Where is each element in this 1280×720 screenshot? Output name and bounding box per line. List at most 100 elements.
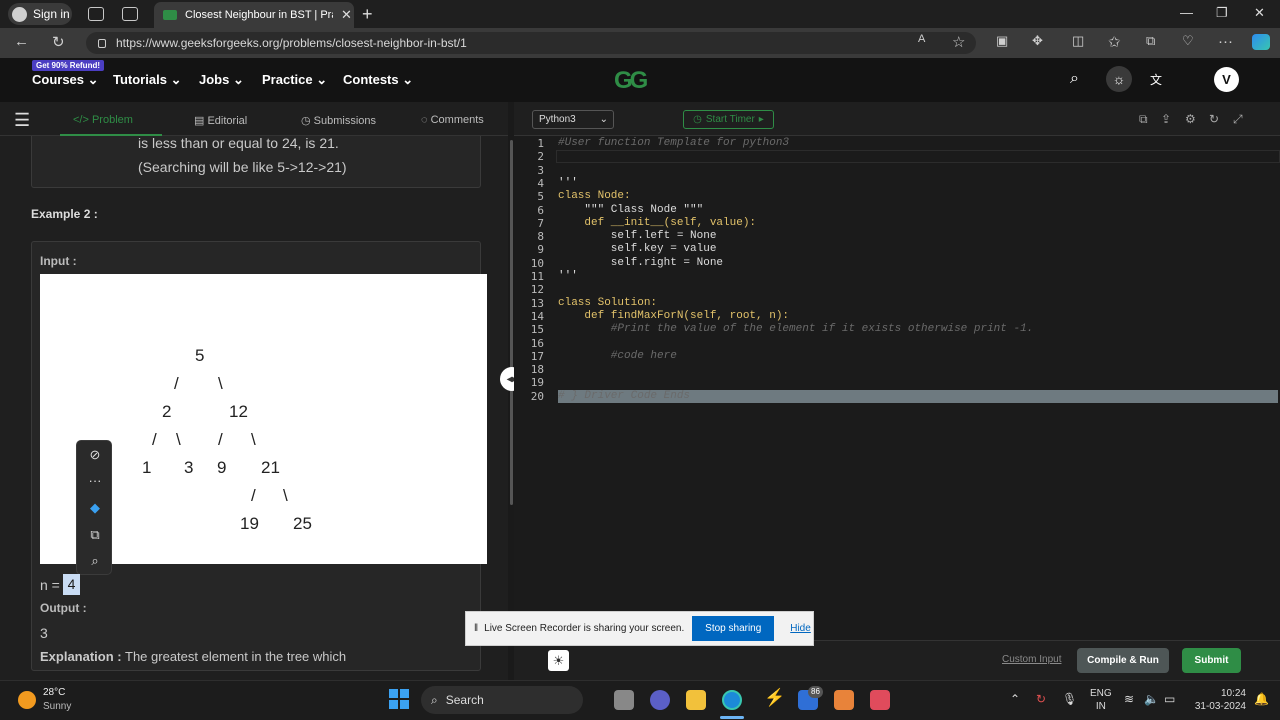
- code-line[interactable]: self.left = None: [558, 230, 717, 243]
- clock[interactable]: 10:24 31-03-2024: [1190, 687, 1246, 713]
- code-line[interactable]: class Node:: [558, 190, 631, 203]
- start-timer-button[interactable]: ◷ Start Timer ▸: [683, 110, 774, 129]
- code-line[interactable]: #code here: [558, 350, 677, 363]
- language-indicator[interactable]: ENG IN: [1090, 687, 1112, 713]
- code-line[interactable]: self.key = value: [558, 243, 717, 256]
- back-icon[interactable]: ←: [14, 33, 29, 50]
- submit-button[interactable]: Submit: [1182, 648, 1241, 673]
- battery-icon[interactable]: ▭: [1164, 692, 1175, 706]
- profile-signin-button[interactable]: Sign in: [8, 3, 72, 25]
- nav-practice[interactable]: Practice ⌄: [262, 72, 327, 88]
- explanation-line: Explanation : The greatest element in th…: [40, 649, 346, 664]
- extension-icon[interactable]: ▣: [996, 33, 1008, 49]
- taskbar-search[interactable]: ⌕ Search: [421, 686, 583, 714]
- active-tab[interactable]: Closest Neighbour in BST | Practi ✕: [154, 2, 354, 28]
- upload-icon[interactable]: ⇪: [1161, 112, 1171, 126]
- windows-start-icon[interactable]: [389, 689, 409, 709]
- mouse-cursor-icon: ↖: [115, 547, 126, 562]
- line-number: 7: [537, 216, 544, 230]
- vscode-icon[interactable]: ⚡: [764, 688, 785, 708]
- refresh-icon[interactable]: ↻: [52, 33, 65, 51]
- chevron-down-icon: ⌄: [87, 72, 99, 87]
- wifi-icon[interactable]: ≋: [1124, 692, 1134, 706]
- task-view-icon[interactable]: [614, 690, 634, 710]
- code-line[interactable]: # } Driver Code Ends: [558, 390, 690, 403]
- copilot-icon[interactable]: ◆: [77, 500, 113, 516]
- gfg-logo[interactable]: GG: [614, 67, 648, 95]
- code-line[interactable]: ''': [558, 270, 578, 283]
- search-icon[interactable]: ⌕: [77, 553, 113, 569]
- code-line[interactable]: class Solution:: [558, 297, 657, 310]
- code-line[interactable]: def __init__(self, value):: [558, 217, 756, 230]
- address-bar[interactable]: https://www.geeksforgeeks.org/problems/c…: [86, 32, 976, 54]
- code-line[interactable]: ''': [558, 177, 578, 190]
- microphone-icon[interactable]: 🎙: [1062, 692, 1077, 706]
- tab-editorial[interactable]: ▤ Editorial: [194, 114, 247, 127]
- volume-icon[interactable]: 🔈: [1144, 692, 1159, 706]
- more-icon[interactable]: ···: [77, 473, 113, 488]
- reset-icon[interactable]: ↻: [1209, 112, 1219, 126]
- file-explorer-icon[interactable]: [686, 690, 706, 710]
- gfg-favicon-icon: [163, 10, 177, 20]
- fullscreen-icon[interactable]: ⤢: [1233, 112, 1243, 127]
- workspaces-icon[interactable]: [88, 7, 104, 21]
- notifications-bell-icon[interactable]: 🔔: [1254, 692, 1269, 706]
- code-line[interactable]: """ Class Node """: [558, 204, 703, 217]
- settings-icon[interactable]: ⚙: [1185, 112, 1196, 126]
- code-line[interactable]: def findMaxForN(self, root, n):: [558, 310, 789, 323]
- read-aloud-icon[interactable]: A: [918, 33, 925, 45]
- store-icon[interactable]: [834, 690, 854, 710]
- maximize-icon[interactable]: ❐: [1216, 5, 1228, 21]
- copy-icon[interactable]: ⧉: [77, 527, 113, 543]
- chevron-down-icon: ⌄: [402, 72, 414, 87]
- video-editor-icon[interactable]: [870, 690, 890, 710]
- user-avatar[interactable]: V: [1214, 67, 1239, 92]
- tab-submissions[interactable]: ◷ Submissions: [301, 114, 376, 127]
- hide-eye-icon[interactable]: ⊘: [77, 447, 113, 463]
- browser-essentials-icon[interactable]: ♡: [1182, 33, 1194, 49]
- custom-input-link[interactable]: Custom Input: [1002, 654, 1061, 665]
- nav-tutorials[interactable]: Tutorials ⌄: [113, 72, 181, 88]
- search-icon[interactable]: ⌕: [1070, 70, 1079, 88]
- nav-jobs[interactable]: Jobs ⌄: [199, 72, 244, 88]
- theme-toggle-icon[interactable]: ☼: [1106, 66, 1132, 92]
- tab-actions-icon[interactable]: [122, 7, 138, 21]
- favorites-icon[interactable]: ✩: [1108, 33, 1121, 51]
- favorite-star-icon[interactable]: ☆: [952, 33, 965, 51]
- line-number: 5: [537, 190, 544, 204]
- code-line[interactable]: self.right = None: [558, 257, 723, 270]
- translate-icon[interactable]: 文: [1150, 71, 1162, 88]
- close-tab-icon[interactable]: ✕: [341, 7, 352, 23]
- teams-chat-icon[interactable]: [650, 690, 670, 710]
- code-line[interactable]: #User function Template for python3: [558, 137, 789, 150]
- show-hidden-icons-icon[interactable]: ⌃: [1010, 692, 1020, 706]
- stop-sharing-button[interactable]: Stop sharing: [692, 616, 775, 641]
- nav-courses[interactable]: Courses ⌄: [32, 72, 99, 88]
- collections-icon[interactable]: ⧉: [1146, 33, 1155, 49]
- puzzle-extensions-icon[interactable]: ✥: [1032, 33, 1043, 49]
- nav-contests[interactable]: Contests ⌄: [343, 72, 413, 88]
- line-number: 1: [537, 137, 544, 150]
- sync-icon[interactable]: ↻: [1036, 692, 1046, 706]
- new-tab-icon[interactable]: +: [362, 4, 373, 25]
- code-line[interactable]: #Print the value of the element if it ex…: [558, 323, 1033, 336]
- copilot-icon[interactable]: [1252, 34, 1270, 50]
- close-window-icon[interactable]: ✕: [1254, 5, 1265, 21]
- tab-problem[interactable]: </> Problem: [73, 114, 133, 126]
- minimize-icon[interactable]: —: [1180, 5, 1193, 20]
- edge-browser-icon[interactable]: [722, 690, 742, 710]
- chevron-down-icon: ⌄: [599, 114, 608, 125]
- lightbulb-icon[interactable]: ☀: [548, 650, 569, 671]
- hide-link[interactable]: Hide: [790, 623, 811, 634]
- menu-hamburger-icon[interactable]: ☰: [14, 110, 30, 131]
- split-screen-icon[interactable]: ◫: [1072, 33, 1084, 49]
- weather-sun-icon[interactable]: [18, 691, 36, 709]
- weather-temp[interactable]: 28°C: [43, 687, 65, 698]
- settings-more-icon[interactable]: ···: [1218, 33, 1233, 50]
- copy-code-icon[interactable]: ⧉: [1139, 112, 1148, 127]
- selection-mini-toolbar: ⊘ ··· ◆ ⧉ ⌕: [76, 440, 112, 575]
- compile-run-button[interactable]: Compile & Run: [1077, 648, 1169, 673]
- language-select[interactable]: Python3 ⌄: [532, 110, 614, 129]
- tab-comments[interactable]: ◌ Comments: [421, 114, 484, 126]
- problem-scrollbar[interactable]: [510, 140, 513, 505]
